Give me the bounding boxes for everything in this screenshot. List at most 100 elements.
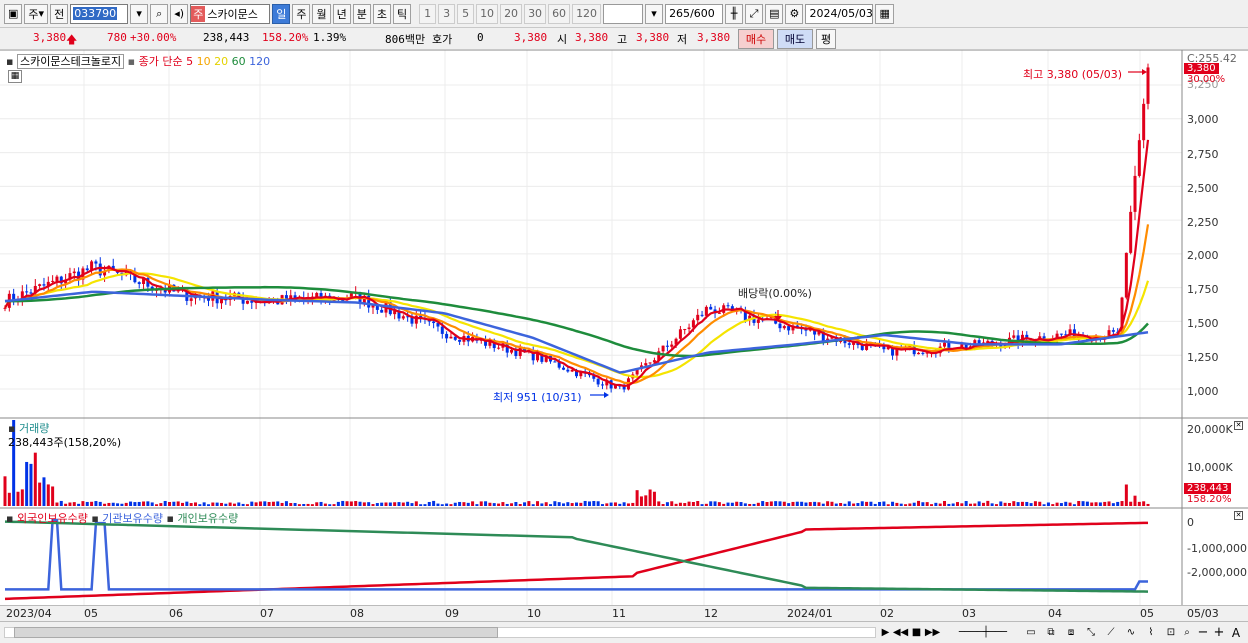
candle-body bbox=[700, 314, 704, 316]
period-second[interactable]: 초 bbox=[372, 3, 391, 24]
ma60-label: 60 bbox=[231, 55, 246, 68]
plus-icon[interactable]: + bbox=[1212, 625, 1226, 640]
volume-bar bbox=[908, 503, 912, 506]
buy-button[interactable]: 매수 bbox=[738, 29, 774, 49]
chart-type-icon[interactable]: ⧈ bbox=[1062, 625, 1080, 640]
search-icon[interactable]: ⌕ bbox=[150, 3, 169, 24]
gear-icon[interactable]: ⚙ bbox=[785, 3, 804, 24]
y-tick-3000: 3,000 bbox=[1187, 113, 1219, 126]
interval-30[interactable]: 30 bbox=[524, 3, 547, 24]
line-tool-icon[interactable]: ⤢ bbox=[745, 3, 764, 24]
layout-icon[interactable]: ⊡ bbox=[1162, 625, 1180, 640]
candle-body bbox=[847, 343, 851, 345]
scrollbar-thumb[interactable] bbox=[14, 627, 498, 638]
interval-20[interactable]: 20 bbox=[500, 3, 523, 24]
volume-bar bbox=[232, 503, 236, 506]
speed-slider[interactable]: ────┼─── bbox=[948, 625, 1018, 640]
play-icon[interactable]: ▶ bbox=[879, 625, 892, 640]
volume-bar bbox=[531, 504, 535, 506]
interval-60[interactable]: 60 bbox=[548, 3, 571, 24]
volume-bar bbox=[310, 504, 314, 506]
stock-type-badge: 주 bbox=[191, 5, 206, 22]
price-pane-legend: ▪ 스카이문스테크놀로지 ▪ 종가 단순 5 10 20 60 120 bbox=[6, 53, 270, 69]
eval-button[interactable]: 평 bbox=[816, 29, 836, 49]
save-icon[interactable]: ▤ bbox=[765, 3, 784, 24]
candle-icon[interactable]: ╫ bbox=[725, 3, 744, 24]
market-label: 주 bbox=[28, 7, 39, 21]
interval-dropdown-icon[interactable]: ▾ bbox=[645, 3, 664, 24]
prev-button[interactable]: 전 bbox=[50, 3, 69, 24]
volume-bar bbox=[575, 502, 578, 506]
compare-icon[interactable]: ⧉ bbox=[1042, 625, 1060, 640]
indicator-icon[interactable]: ⤡ bbox=[1082, 625, 1100, 640]
period-minute[interactable]: 분 bbox=[352, 3, 371, 24]
candle-body bbox=[1111, 330, 1115, 332]
zoom-out-icon[interactable]: ▭ bbox=[1022, 625, 1040, 640]
rewind-icon[interactable]: ◀◀ bbox=[893, 625, 908, 640]
open-label: 시 bbox=[557, 33, 568, 46]
interval-1[interactable]: 1 bbox=[419, 3, 437, 24]
stock-legend-name[interactable]: 스카이문스테크놀로지 bbox=[16, 54, 125, 69]
legend-square-icon: ▪ bbox=[91, 512, 99, 525]
y-tick-1500: 1,500 bbox=[1187, 317, 1219, 330]
period-month[interactable]: 월 bbox=[312, 3, 331, 24]
volume-bar bbox=[462, 502, 466, 506]
table-icon[interactable]: ▦ bbox=[8, 70, 22, 83]
candle-body bbox=[600, 384, 604, 386]
high-label: 고 bbox=[617, 33, 628, 46]
period-year[interactable]: 년 bbox=[332, 3, 351, 24]
volume-bar bbox=[276, 501, 280, 506]
holding-pane-close-icon[interactable]: ✕ bbox=[1234, 511, 1243, 520]
overlay-icon[interactable]: ⌇ bbox=[1142, 625, 1160, 640]
volume-pane-close-icon[interactable]: ✕ bbox=[1234, 421, 1243, 430]
window-icon[interactable]: ▣ bbox=[4, 3, 23, 24]
date-input[interactable]: 2024/05/03 bbox=[805, 3, 874, 24]
stop-icon[interactable]: ■ bbox=[910, 625, 923, 640]
calendar-icon[interactable]: ▦ bbox=[875, 3, 894, 24]
candle-body bbox=[921, 352, 925, 354]
minus-icon[interactable]: − bbox=[1196, 625, 1210, 640]
volume-bar bbox=[427, 501, 431, 506]
period-week[interactable]: 주 bbox=[292, 3, 311, 24]
bar-count-field[interactable]: 265/600 bbox=[665, 3, 724, 24]
interval-5[interactable]: 5 bbox=[457, 3, 475, 24]
pattern-icon[interactable]: ∿ bbox=[1122, 625, 1140, 640]
volume-bar bbox=[7, 492, 11, 506]
interval-3[interactable]: 3 bbox=[438, 3, 456, 24]
interval-10[interactable]: 10 bbox=[476, 3, 499, 24]
interval-120[interactable]: 120 bbox=[572, 3, 602, 24]
candle-body bbox=[665, 345, 669, 347]
period-tick[interactable]: 틱 bbox=[392, 3, 412, 24]
volume-bar bbox=[484, 501, 488, 506]
stock-code-input[interactable]: 033790 bbox=[70, 3, 129, 24]
trend-icon[interactable]: ⟋ bbox=[1102, 625, 1120, 640]
volume-bar bbox=[670, 501, 674, 506]
magnify-icon[interactable]: ⌕ bbox=[1180, 625, 1194, 640]
volume-bar bbox=[800, 501, 804, 506]
volume-bar bbox=[1068, 502, 1072, 506]
volume-bar bbox=[839, 502, 843, 506]
custom-interval-input[interactable] bbox=[603, 3, 644, 24]
sell-button[interactable]: 매도 bbox=[777, 29, 813, 49]
candle-body bbox=[717, 312, 721, 314]
volume-bar bbox=[856, 503, 860, 506]
candle-body bbox=[94, 261, 98, 264]
volume-bar bbox=[432, 500, 436, 506]
current-price: 3,380 bbox=[33, 31, 67, 44]
ma5-label: 5 bbox=[186, 55, 194, 68]
volume-bar bbox=[250, 501, 254, 506]
volume-bar bbox=[393, 502, 397, 506]
stock-name-box[interactable]: 주 스카이문스 bbox=[190, 3, 271, 24]
period-day[interactable]: 일 bbox=[272, 3, 291, 24]
sound-icon[interactable]: ◂) bbox=[170, 3, 189, 24]
candle-body bbox=[1012, 335, 1016, 338]
fast-forward-icon[interactable]: ▶▶ bbox=[925, 625, 940, 640]
volume-bar bbox=[103, 503, 107, 506]
volume-bar bbox=[3, 476, 7, 506]
font-size-icon[interactable]: A bbox=[1228, 625, 1244, 640]
code-dropdown-icon[interactable]: ▾ bbox=[130, 3, 149, 24]
volume-bar bbox=[1072, 504, 1076, 506]
volume-percent: 158.20% bbox=[262, 31, 309, 44]
volume-bar bbox=[401, 502, 405, 506]
market-select[interactable]: 주 ▾ bbox=[24, 3, 49, 24]
